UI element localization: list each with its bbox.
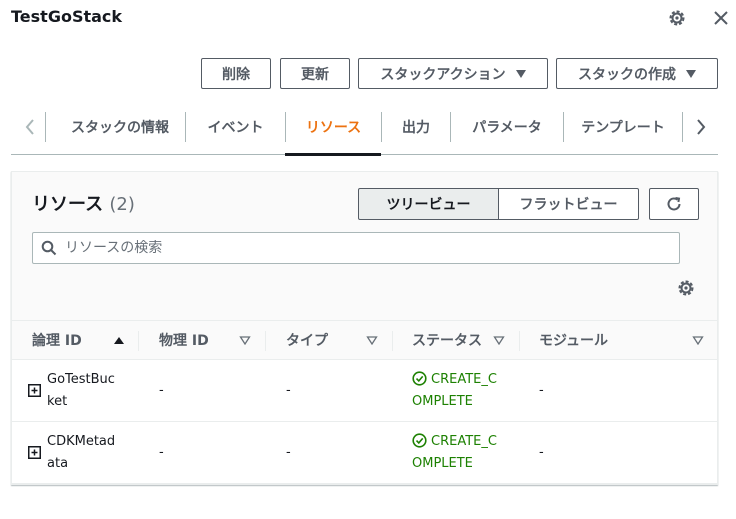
- type-cell: -: [286, 383, 291, 398]
- col-physical-id[interactable]: 物理 ID: [159, 321, 209, 359]
- tab-label: 出力: [402, 120, 430, 136]
- status-text: OMPLETE: [412, 394, 473, 409]
- module-cell: -: [539, 383, 544, 398]
- stack-title: TestGoStack: [11, 7, 123, 26]
- sort-icon[interactable]: [493, 335, 505, 345]
- col-module[interactable]: モジュール: [539, 321, 608, 359]
- tab-scroll-left-icon[interactable]: [15, 100, 45, 154]
- delete-button[interactable]: 削除: [201, 58, 271, 89]
- col-logical-id[interactable]: 論理 ID: [32, 321, 82, 359]
- physical-id-cell: -: [159, 383, 164, 398]
- logical-id-text: GoTestBuc: [47, 372, 115, 387]
- table-row: CDKMetad ata - - CREATE_C OMPLETE -: [12, 422, 717, 484]
- settings-gear-icon[interactable]: [667, 8, 687, 28]
- table-row: GoTestBuc ket - - CREATE_C OMPLETE -: [12, 360, 717, 422]
- update-button[interactable]: 更新: [280, 58, 350, 89]
- logical-id-cell: CDKMetad ata: [47, 431, 115, 475]
- tab-label: テンプレート: [581, 120, 665, 136]
- col-status[interactable]: ステータス: [412, 321, 482, 359]
- physical-id-cell: -: [159, 445, 164, 460]
- create-stack-label: スタックの作成: [578, 66, 676, 83]
- close-icon[interactable]: [711, 8, 731, 28]
- refresh-icon: [667, 197, 681, 211]
- stack-actions-label: スタックアクション: [380, 66, 506, 83]
- status-text: OMPLETE: [412, 456, 473, 471]
- tab-template[interactable]: テンプレート: [564, 100, 682, 154]
- resources-panel: リソース (2) ツリービュー フラットビュー 論理 ID 物理 ID タイプ …: [11, 171, 718, 485]
- type-cell: -: [286, 445, 291, 460]
- refresh-button[interactable]: [649, 188, 699, 220]
- active-tab-indicator: [285, 153, 381, 156]
- resource-count: (2): [109, 194, 135, 215]
- tab-label: リソース: [305, 120, 362, 136]
- tab-parameters[interactable]: パラメータ: [451, 100, 563, 154]
- sort-icon[interactable]: [239, 335, 251, 345]
- stack-actions-button[interactable]: スタックアクション: [358, 58, 548, 89]
- status-text: CREATE_C: [431, 372, 497, 387]
- tab-resources[interactable]: リソース: [286, 100, 381, 154]
- tree-view-label: ツリービュー: [386, 197, 471, 213]
- tab-label: スタックの情報: [71, 120, 169, 136]
- logical-id-cell: GoTestBuc ket: [47, 369, 115, 413]
- tab-scroll-right-icon[interactable]: [686, 100, 716, 154]
- success-check-icon: [412, 371, 427, 386]
- sort-asc-icon[interactable]: [113, 335, 125, 345]
- logical-id-text: ata: [47, 456, 69, 471]
- update-button-label: 更新: [301, 66, 329, 83]
- resource-search[interactable]: [32, 232, 680, 264]
- status-text: CREATE_C: [431, 434, 497, 449]
- expand-plus-icon[interactable]: [28, 446, 41, 459]
- search-icon: [41, 240, 57, 256]
- tab-events[interactable]: イベント: [186, 100, 285, 154]
- delete-button-label: 削除: [222, 66, 250, 83]
- logical-id-text: CDKMetad: [47, 434, 116, 449]
- tab-label: イベント: [207, 120, 264, 136]
- status-cell: CREATE_C OMPLETE: [412, 369, 522, 413]
- caret-down-icon: [686, 69, 696, 78]
- expand-plus-icon[interactable]: [28, 384, 41, 397]
- tab-stack-info[interactable]: スタックの情報: [55, 100, 185, 154]
- sort-icon[interactable]: [692, 335, 704, 345]
- status-cell: CREATE_C OMPLETE: [412, 431, 522, 475]
- tab-outputs[interactable]: 出力: [382, 100, 450, 154]
- search-input[interactable]: [65, 240, 679, 256]
- resources-heading: リソース: [32, 194, 104, 215]
- sort-icon[interactable]: [366, 335, 378, 345]
- tab-label: パラメータ: [472, 120, 542, 136]
- flat-view-label: フラットビュー: [519, 197, 618, 213]
- create-stack-button[interactable]: スタックの作成: [556, 58, 718, 89]
- caret-down-icon: [515, 69, 526, 78]
- success-check-icon: [412, 433, 427, 448]
- table-header: 論理 ID 物理 ID タイプ ステータス モジュール: [12, 320, 717, 360]
- col-type[interactable]: タイプ: [286, 321, 328, 359]
- panel-title: リソース (2): [32, 190, 135, 216]
- flat-view-toggle[interactable]: フラットビュー: [498, 188, 639, 220]
- stack-tabs: スタックの情報 イベント リソース 出力 パラメータ テンプレート: [11, 100, 718, 156]
- tree-view-toggle[interactable]: ツリービュー: [358, 188, 499, 220]
- table-preferences-gear-icon[interactable]: [676, 278, 696, 298]
- module-cell: -: [539, 445, 544, 460]
- logical-id-text: ket: [47, 394, 68, 409]
